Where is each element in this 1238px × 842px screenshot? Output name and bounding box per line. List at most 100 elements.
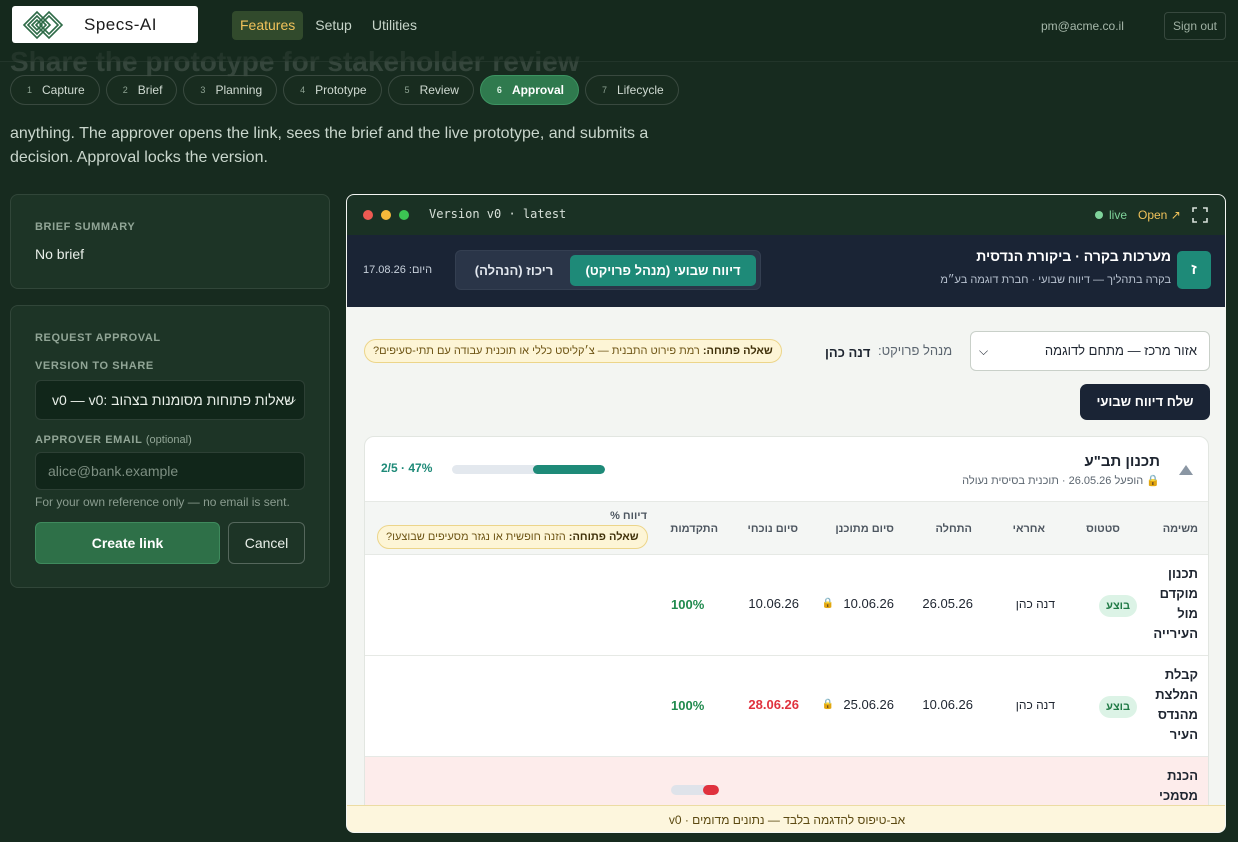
step-label: Planning (215, 83, 263, 97)
approver-email-label: APPROVER EMAIL (optional) (35, 434, 192, 446)
task-actual-end: 10.06.26 (748, 596, 799, 611)
minimize-dot-icon (381, 210, 391, 220)
task-name: הכנת מסמכי (1159, 768, 1198, 803)
logo-mark-icon (22, 10, 64, 40)
version-label: VERSION TO SHARE (35, 360, 154, 372)
phase-meta-text: הופעל 26.05.26 · תוכנית בסיסית נעולה (962, 475, 1144, 487)
preview-version-title: Version v0 · latest (429, 207, 567, 221)
open-question-label: שאלה פתוחה: (568, 531, 639, 543)
task-start: 26.05.26 (922, 596, 973, 611)
open-question-chip: שאלה פתוחה: רמת פירוט התבנית — צ׳קליסט כ… (364, 339, 782, 363)
table-row[interactable]: תכנון מוקדם מול העירייה בוצע דנה כהן 26.… (365, 555, 1208, 656)
step-label: Capture (42, 83, 85, 97)
lock-icon: 🔒 (1146, 475, 1160, 487)
brief-summary-panel: BRIEF SUMMARY No brief (10, 194, 330, 289)
request-approval-panel: REQUEST APPROVAL VERSION TO SHARE v0 — v… (10, 305, 330, 588)
brand-name: Specs-AI (84, 15, 157, 34)
task-actual-end: 28.06.26 (748, 697, 799, 712)
request-approval-label: REQUEST APPROVAL (35, 332, 161, 344)
task-progress: 100% (671, 597, 705, 612)
open-question-text: רמת פירוט התבנית — צ׳קליסט כללי או תוכני… (373, 345, 703, 357)
version-select-value: v0 — v0: שאלות פתוחות מסומנות בצהוב (52, 392, 295, 408)
task-planned-end: 25.06.26 (843, 697, 894, 712)
lock-icon: 🔒 (821, 598, 834, 609)
table-row[interactable]: קבלת המלצת מהנדס העיר בוצע דנה כהן 10.06… (365, 656, 1208, 757)
step-capture[interactable]: 1 Capture (10, 75, 100, 105)
open-question-chip: שאלה פתוחה: הזנה חופשית או נגזר מסעיפים … (377, 525, 648, 549)
prototype-preview: Version v0 · latest live Open ↗ ז מערכות… (346, 194, 1226, 833)
task-start: 10.06.26 (922, 697, 973, 712)
step-review[interactable]: 5 Review (387, 75, 474, 105)
task-owner: דנה כהן (1015, 698, 1055, 712)
create-link-button[interactable]: Create link (35, 522, 220, 564)
column-header: התחלה (935, 523, 972, 535)
page-intro: anything. The approver opens the link, s… (10, 125, 649, 166)
step-number: 1 (27, 85, 33, 95)
step-brief[interactable]: 2 Brief (105, 75, 178, 105)
area-select[interactable]: אזור מרכז — מתחם לדוגמה ⌵ (970, 331, 1210, 371)
workflow-stepper: 1 Capture 2 Brief 3 Planning 4 Prototype 5 Re… (10, 75, 679, 105)
step-lifecycle[interactable]: 7 Lifecycle (584, 75, 679, 105)
send-weekly-report-button[interactable]: שלח דיווח שבועי (1080, 384, 1210, 420)
column-header: סיום מתוכנן (835, 523, 894, 535)
open-preview-link[interactable]: Open ↗ (1138, 208, 1181, 222)
live-indicator: live (1095, 208, 1127, 222)
top-nav: Specs-AI Features Setup Utilities pm@acm… (0, 0, 1238, 62)
column-header: סטטוס (1086, 523, 1120, 535)
column-header: דיווח % (610, 510, 647, 522)
status-badge: בוצע (1099, 595, 1137, 617)
collapse-triangle-icon[interactable] (1178, 464, 1194, 476)
version-select[interactable]: v0 — v0: שאלות פתוחות מסומנות בצהוב ⌵ (35, 380, 305, 420)
task-name: קבלת המלצת מהנדס העיר (1155, 667, 1198, 742)
fullscreen-icon[interactable] (1192, 207, 1208, 223)
sign-out-button[interactable]: Sign out (1164, 12, 1226, 40)
app-subtitle: בקרה בתהליך — דיווח שבועי · חברת דוגמה ב… (940, 274, 1171, 286)
preview-titlebar: Version v0 · latest live Open ↗ (347, 195, 1225, 235)
step-planning[interactable]: 3 Planning (183, 75, 278, 105)
nav-features[interactable]: Features (232, 11, 304, 40)
approver-email-input[interactable]: alice@bank.example (35, 452, 305, 490)
project-manager-label: מנהל פרויקט: (878, 343, 953, 358)
step-prototype[interactable]: 4 Prototype (283, 75, 382, 105)
task-planned-end: 10.06.26 (843, 596, 894, 611)
open-question-text: הזנה חופשית או נגזר מסעיפים שבוצעו? (386, 531, 569, 543)
step-label: Prototype (315, 83, 367, 97)
chevron-down-icon: ⌵ (286, 393, 296, 407)
phase-progress-bar (452, 465, 605, 474)
brief-summary-label: BRIEF SUMMARY (35, 221, 136, 233)
nav-utilities[interactable]: Utilities (364, 11, 425, 40)
app-logo: ז (1177, 251, 1211, 289)
lock-icon: 🔒 (821, 699, 834, 710)
phase-card: תכנון תב"ע 🔒 הופעל 26.05.26 · תוכנית בסי… (364, 436, 1209, 832)
brand-logo[interactable]: Specs-AI (12, 6, 198, 43)
phase-progress-fill (533, 465, 605, 474)
maximize-dot-icon (399, 210, 409, 220)
app-body: אזור מרכז — מתחם לדוגמה ⌵ מנהל פרויקט: ד… (347, 307, 1225, 832)
status-badge: בוצע (1099, 696, 1137, 718)
tab-management-summary[interactable]: ריכוז (הנהלה) (460, 255, 568, 286)
phase-title: תכנון תב"ע (1084, 453, 1160, 470)
nav-setup[interactable]: Setup (307, 11, 360, 40)
step-number: 7 (601, 85, 607, 95)
column-header: אחראי (1012, 523, 1045, 535)
task-owner: דנה כהן (1015, 597, 1055, 611)
chevron-down-icon: ⌵ (979, 344, 989, 358)
today-date: היום: 17.08.26 (363, 264, 433, 276)
step-approval[interactable]: 6 Approval (479, 75, 579, 105)
table-header: משימה סטטוס אחראי התחלה סיום מתוכנן סיום… (365, 501, 1208, 555)
step-label: Review (419, 83, 459, 97)
email-hint: For your own reference only — no email i… (35, 495, 290, 509)
column-header: סיום נוכחי (747, 523, 798, 535)
tab-weekly-report[interactable]: דיווח שבועי (מנהל פרויקט) (570, 255, 756, 286)
step-label: Brief (137, 83, 163, 97)
app-title: מערכות בקרה · ביקורת הנדסית (976, 248, 1171, 264)
project-manager-name: דנה כהן (825, 345, 871, 360)
step-number: 6 (496, 85, 502, 95)
delay-indicator (671, 785, 719, 795)
app-header: ז מערכות בקרה · ביקורת הנדסית בקרה בתהלי… (347, 235, 1225, 307)
column-header: משימה (1162, 523, 1198, 535)
column-header: התקדמות (670, 523, 718, 535)
cancel-button[interactable]: Cancel (228, 522, 305, 564)
approver-email-label-text: APPROVER EMAIL (35, 434, 143, 446)
prototype-disclaimer: אב-טיפוס להדגמה בלבד — נתונים מדומים · v… (347, 805, 1225, 832)
